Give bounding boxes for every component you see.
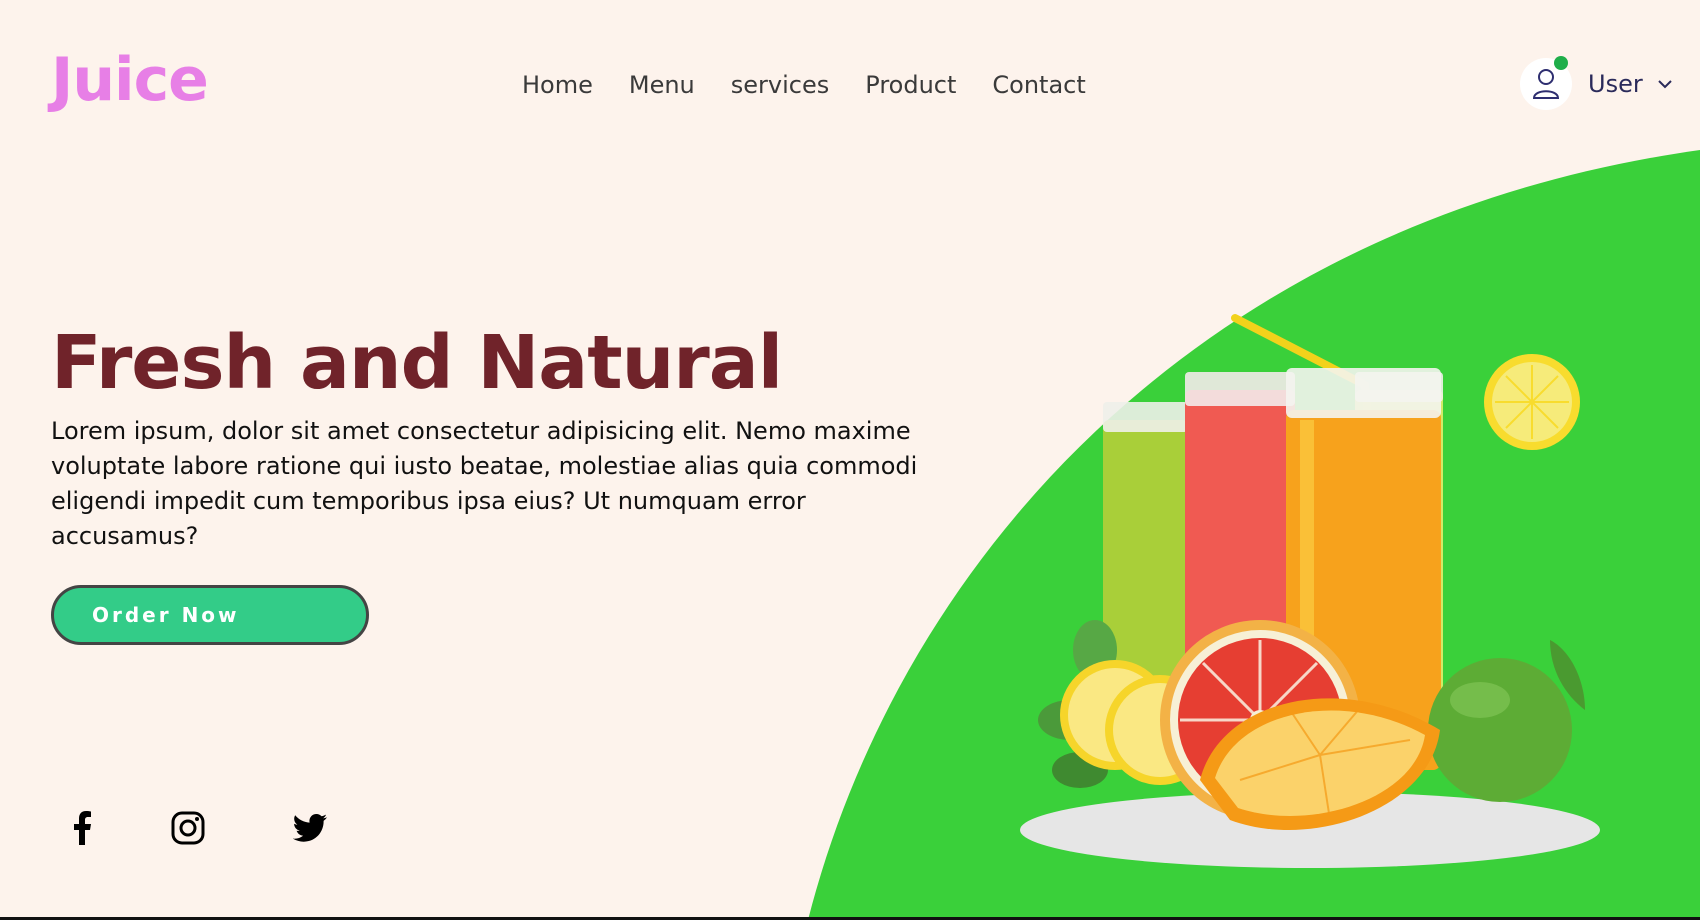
facebook-icon[interactable] (62, 808, 102, 848)
instagram-icon[interactable] (168, 808, 208, 848)
main-nav: Home Menu services Product Contact (522, 70, 1086, 100)
hero-description: Lorem ipsum, dolor sit amet consectetur … (51, 417, 918, 550)
online-status-dot (1554, 56, 1568, 70)
brand-logo[interactable]: Juice (51, 50, 209, 110)
nav-item-menu[interactable]: Menu (629, 70, 695, 100)
twitter-icon[interactable] (290, 808, 330, 848)
user-menu[interactable]: User (1520, 56, 1673, 110)
nav-item-product[interactable]: Product (865, 70, 956, 100)
user-icon (1532, 69, 1560, 99)
order-now-button[interactable]: Order Now (51, 585, 369, 645)
nav-item-services[interactable]: services (731, 70, 829, 100)
avatar[interactable] (1520, 56, 1572, 110)
chevron-down-icon[interactable] (1657, 79, 1673, 89)
user-label[interactable]: User (1588, 70, 1643, 98)
nav-item-home[interactable]: Home (522, 70, 593, 100)
hero-title: Fresh and Natural (51, 320, 783, 406)
nav-item-contact[interactable]: Contact (992, 70, 1085, 100)
juice-glasses-image (1020, 314, 1600, 868)
